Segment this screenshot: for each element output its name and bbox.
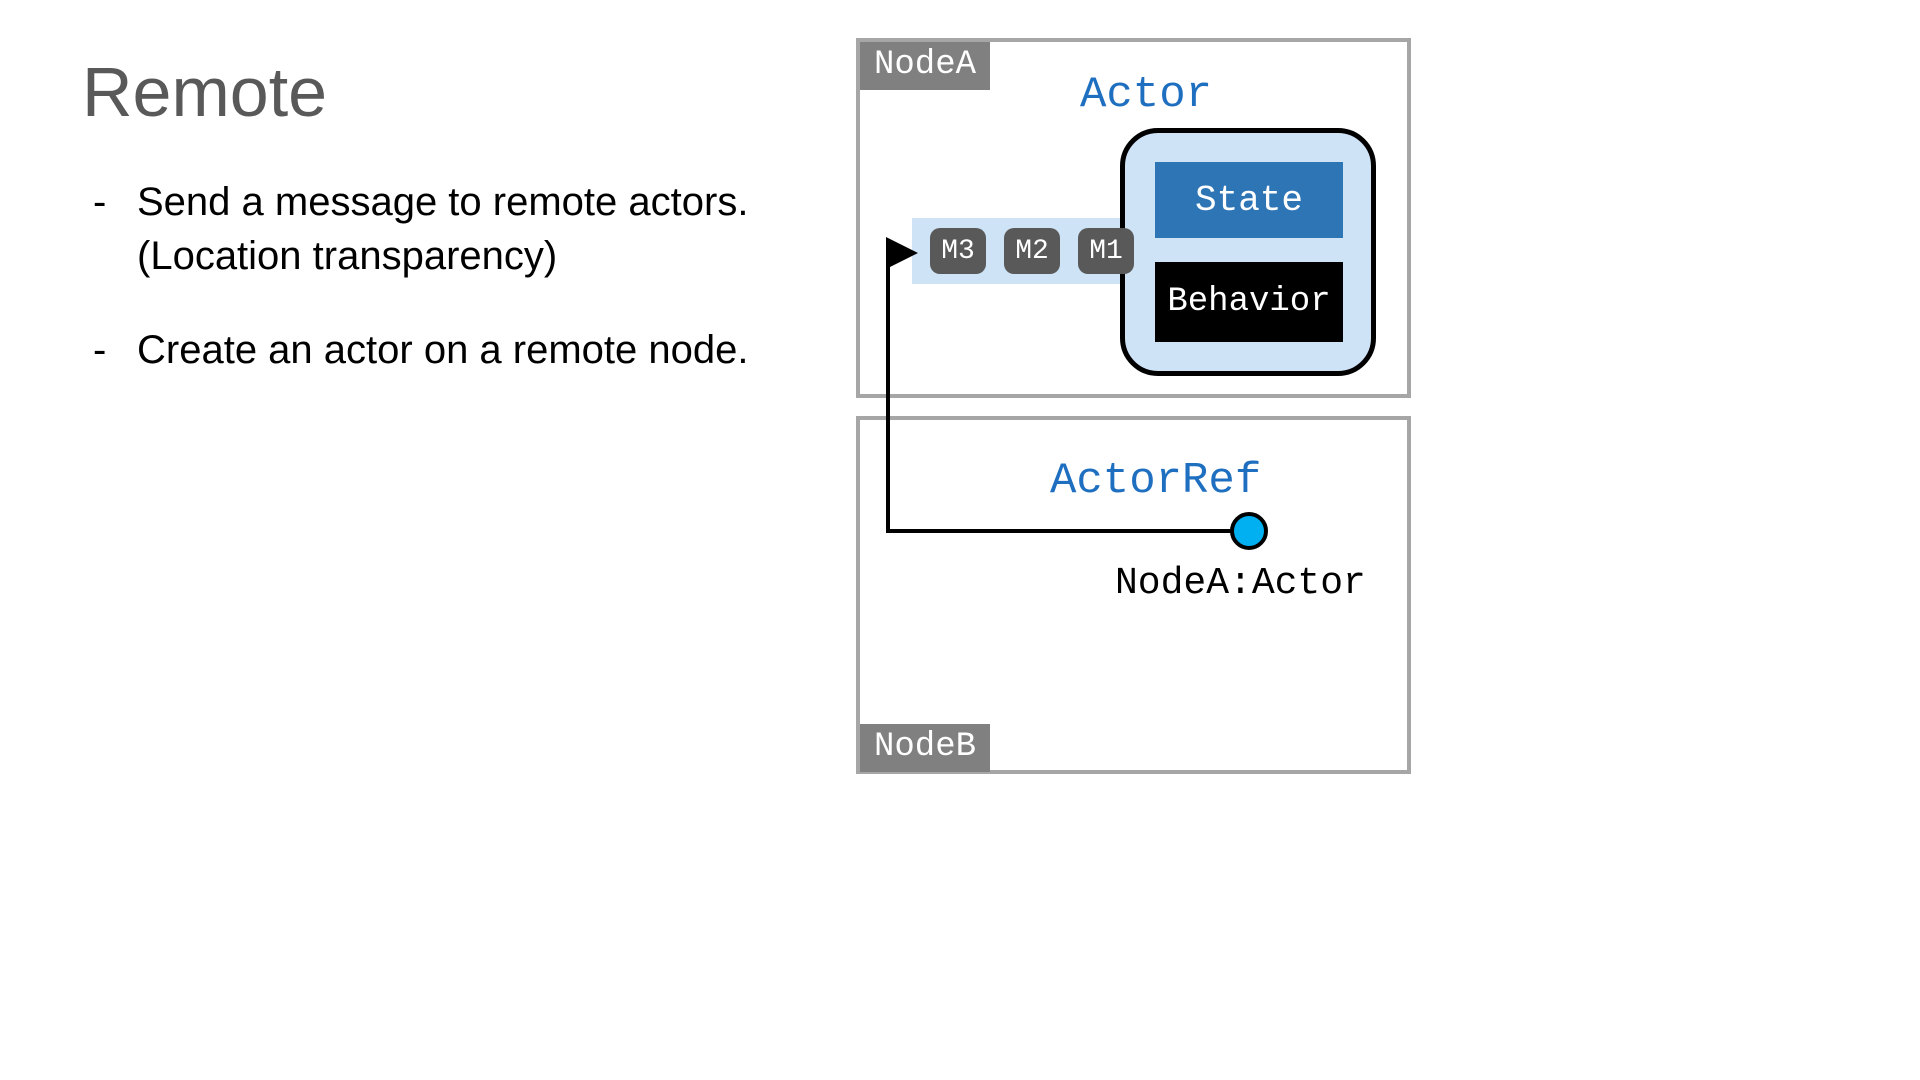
message-chip: M2 — [1004, 228, 1060, 274]
bullet-text: Create an actor on a remote node. — [137, 323, 805, 377]
actorref-path: NodeA:Actor — [1115, 562, 1366, 605]
bullet-text: Send a message to remote actors. (Locati… — [137, 175, 805, 283]
node-a-label: NodeA — [860, 42, 990, 90]
message-chip: M1 — [1078, 228, 1134, 274]
bullet-dash: - — [85, 323, 137, 377]
bullet-dash: - — [85, 175, 137, 283]
message-chip: M3 — [930, 228, 986, 274]
state-box: State — [1155, 162, 1343, 238]
actor-title: Actor — [1080, 70, 1212, 120]
bullet-list: - Send a message to remote actors. (Loca… — [85, 175, 805, 417]
slide: Remote - Send a message to remote actors… — [0, 0, 1512, 850]
behavior-box: Behavior — [1155, 262, 1343, 342]
slide-title: Remote — [82, 52, 327, 132]
actorref-title: ActorRef — [1050, 456, 1261, 506]
bullet-item: - Create an actor on a remote node. — [85, 323, 805, 377]
actorref-dot-icon — [1230, 512, 1268, 550]
node-b-label: NodeB — [860, 724, 990, 772]
bullet-item: - Send a message to remote actors. (Loca… — [85, 175, 805, 283]
